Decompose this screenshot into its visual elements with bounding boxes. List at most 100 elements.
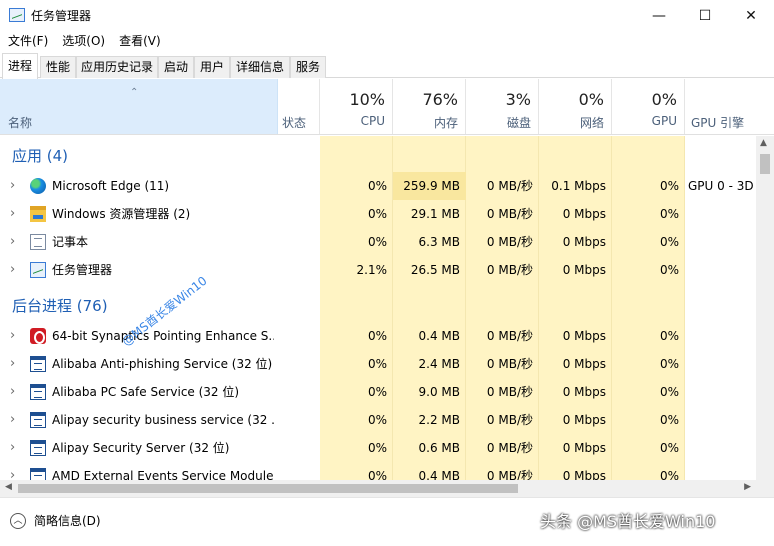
tab-users[interactable]: 用户 — [194, 56, 230, 78]
process-row[interactable]: › 记事本 0% 6.3 MB 0 MB/秒 0 Mbps 0% — [0, 228, 756, 256]
scroll-up-icon[interactable]: ▲ — [760, 138, 767, 148]
cpu-cell: 0% — [367, 357, 387, 371]
network-cell: 0 Mbps — [562, 263, 606, 277]
chevron-right-icon[interactable]: › — [10, 322, 15, 350]
process-row[interactable]: › Windows 资源管理器 (2) 0% 29.1 MB 0 MB/秒 0 Mbps 0… — [0, 200, 756, 228]
disk-cell: 0 MB/秒 — [486, 385, 533, 399]
memory-column-label: 内存 — [433, 116, 458, 130]
notepad-icon — [30, 234, 46, 250]
app-window-icon — [30, 412, 46, 428]
tab-startup[interactable]: 启动 — [158, 56, 194, 78]
cpu-cell: 0% — [367, 329, 387, 343]
process-row[interactable]: › Alipay security business service (32 ..… — [0, 406, 756, 434]
edge-icon — [30, 178, 46, 194]
cpu-cell: 0% — [367, 385, 387, 399]
minimize-button[interactable]: — — [636, 0, 682, 31]
process-name: Alipay security business service (32 ... — [52, 413, 274, 427]
cpu-cell: 0% — [367, 441, 387, 455]
chevron-right-icon[interactable]: › — [10, 462, 15, 480]
task-manager-icon — [9, 8, 25, 22]
network-cell: 0 Mbps — [562, 385, 606, 399]
scroll-left-icon[interactable]: ◀ — [5, 482, 12, 492]
memory-column-header[interactable]: 76% 内存 — [393, 79, 466, 134]
chevron-right-icon[interactable]: › — [10, 172, 15, 200]
cpu-cell: 0% — [367, 235, 387, 249]
chevron-right-icon[interactable]: › — [10, 228, 15, 256]
tab-processes[interactable]: 进程 — [2, 53, 38, 79]
chevron-right-icon[interactable]: › — [10, 406, 15, 434]
vertical-scrollbar[interactable]: ▲ — [756, 136, 774, 480]
cpu-cell: 0% — [367, 413, 387, 427]
close-button[interactable]: ✕ — [728, 0, 774, 31]
name-column-header[interactable]: ⌃ 名称 — [0, 79, 278, 134]
gpu-cell: 0% — [659, 385, 679, 399]
process-name: 记事本 — [52, 235, 89, 249]
tab-services[interactable]: 服务 — [290, 56, 326, 78]
disk-total-pct: 3% — [505, 90, 531, 109]
chevron-right-icon[interactable]: › — [10, 256, 15, 284]
menu-options[interactable]: 选项(O) — [62, 31, 105, 52]
horizontal-scrollbar[interactable]: ◀ ▶ — [0, 480, 756, 497]
group-title: 后台进程 (76) — [12, 297, 108, 315]
tab-app-history[interactable]: 应用历史记录 — [76, 56, 158, 78]
scrollbar-corner — [756, 480, 774, 497]
cpu-cell: 0% — [367, 469, 387, 480]
scroll-thumb[interactable] — [18, 484, 518, 493]
app-window-icon — [30, 384, 46, 400]
chevron-right-icon[interactable]: › — [10, 434, 15, 462]
group-header-apps[interactable]: 应用 (4) — [0, 142, 756, 170]
group-header-background[interactable]: 后台进程 (76) — [0, 292, 756, 320]
network-cell: 0 Mbps — [562, 469, 606, 480]
gpu-engine-column-header[interactable]: GPU 引擎 — [685, 79, 774, 134]
tab-performance[interactable]: 性能 — [40, 56, 76, 78]
maximize-button[interactable]: ☐ — [682, 0, 728, 31]
disk-cell: 0 MB/秒 — [486, 207, 533, 221]
scroll-thumb[interactable] — [760, 154, 770, 174]
memory-cell: 6.3 MB — [418, 235, 460, 249]
process-name: Microsoft Edge (11) — [52, 179, 170, 193]
chevron-right-icon[interactable]: › — [10, 378, 15, 406]
network-column-header[interactable]: 0% 网络 — [539, 79, 612, 134]
app-window-icon — [30, 468, 46, 480]
memory-cell: 26.5 MB — [410, 263, 460, 277]
disk-column-header[interactable]: 3% 磁盘 — [466, 79, 539, 134]
scroll-right-icon[interactable]: ▶ — [744, 482, 751, 492]
process-row[interactable]: › 64-bit Synaptics Pointing Enhance S... 0… — [0, 322, 756, 350]
gpu-column-label: GPU — [651, 114, 677, 128]
memory-cell: 2.4 MB — [418, 357, 460, 371]
process-row[interactable]: › Microsoft Edge (11) 0% 259.9 MB 0 MB/秒 0.1 … — [0, 172, 756, 200]
disk-cell: 0 MB/秒 — [486, 263, 533, 277]
memory-cell: 29.1 MB — [410, 207, 460, 221]
chevron-right-icon[interactable]: › — [10, 350, 15, 378]
process-row[interactable]: › Alipay Security Server (32 位) 0% 0.6 MB 0 … — [0, 434, 756, 462]
gpu-cell: 0% — [659, 469, 679, 480]
cpu-column-header[interactable]: 10% CPU — [320, 79, 393, 134]
cpu-column-label: CPU — [360, 114, 385, 128]
memory-total-pct: 76% — [422, 90, 458, 109]
tab-strip: 进程 性能 应用历史记录 启动 用户 详细信息 服务 — [0, 53, 774, 79]
menu-file[interactable]: 文件(F) — [8, 31, 48, 52]
process-row[interactable]: › 任务管理器 2.1% 26.5 MB 0 MB/秒 0 Mbps 0% — [0, 256, 756, 284]
status-column-label: 状态 — [282, 116, 307, 130]
memory-cell: 9.0 MB — [418, 385, 460, 399]
process-row[interactable]: › Alibaba Anti-phishing Service (32 位) 0% 2… — [0, 350, 756, 378]
menu-view[interactable]: 查看(V) — [119, 31, 161, 52]
process-name: 任务管理器 — [52, 263, 113, 277]
disk-cell: 0 MB/秒 — [486, 329, 533, 343]
gpu-engine-cell: GPU 0 - 3D — [688, 179, 754, 193]
process-row[interactable]: › AMD External Events Service Module 0% 0.4… — [0, 462, 756, 480]
disk-cell: 0 MB/秒 — [486, 441, 533, 455]
cpu-cell: 0% — [367, 179, 387, 193]
gpu-cell: 0% — [659, 357, 679, 371]
memory-cell: 0.4 MB — [418, 329, 460, 343]
process-name: Windows 资源管理器 (2) — [52, 207, 191, 221]
network-column-label: 网络 — [579, 116, 604, 130]
status-column-header[interactable]: 状态 — [278, 79, 320, 134]
menu-bar: 文件(F) 选项(O) 查看(V) — [0, 31, 774, 52]
tab-details[interactable]: 详细信息 — [230, 56, 290, 78]
chevron-right-icon[interactable]: › — [10, 200, 15, 228]
fewer-details-button[interactable]: ︿ 简略信息(D) — [10, 512, 101, 529]
process-row[interactable]: › Alibaba PC Safe Service (32 位) 0% 9.0 MB 0… — [0, 378, 756, 406]
process-name: Alipay Security Server (32 位) — [52, 441, 230, 455]
gpu-column-header[interactable]: 0% GPU — [612, 79, 685, 134]
